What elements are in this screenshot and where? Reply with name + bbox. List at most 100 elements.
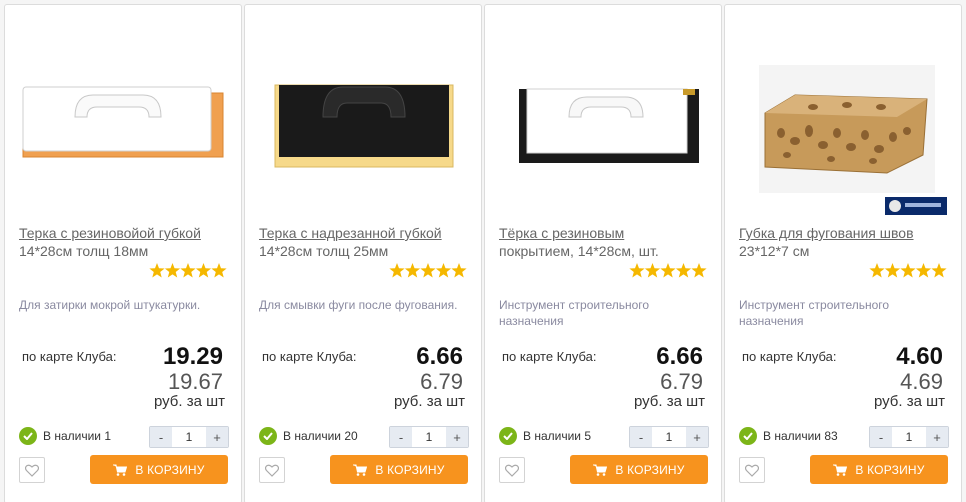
availability: В наличии 83	[739, 427, 838, 445]
club-price: 19.29	[162, 343, 223, 370]
cart-icon	[833, 464, 848, 476]
product-title-link[interactable]: Терка с надрезанной губкой	[259, 225, 442, 241]
add-to-cart-button[interactable]: В КОРЗИНУ	[570, 455, 708, 484]
star-icon	[629, 263, 645, 278]
product-image[interactable]	[497, 45, 709, 215]
product-image[interactable]	[737, 45, 949, 215]
heart-icon	[745, 464, 759, 477]
favorite-button[interactable]	[19, 457, 45, 483]
favorite-button[interactable]	[499, 457, 525, 483]
star-icon	[404, 263, 421, 278]
decrease-button[interactable]: -	[390, 427, 412, 447]
star-icon	[389, 263, 405, 278]
add-to-cart-label: В КОРЗИНУ	[375, 462, 445, 477]
club-price: 6.66	[656, 343, 703, 370]
club-price-label: по карте Клуба:	[502, 349, 597, 364]
add-to-cart-label: В КОРЗИНУ	[615, 462, 685, 477]
price-unit: руб. за шт	[393, 393, 465, 410]
club-price-label: по карте Клуба:	[742, 349, 837, 364]
cart-icon	[353, 464, 368, 476]
availability: В наличии 20	[259, 427, 358, 445]
add-to-cart-button[interactable]: В КОРЗИНУ	[330, 455, 468, 484]
heart-icon	[25, 464, 39, 477]
product-description: Инструмент строительного назначения	[499, 298, 650, 328]
heart-icon	[505, 464, 519, 477]
quantity-stepper: - +	[149, 426, 229, 448]
cart-icon	[113, 464, 128, 476]
decrease-button[interactable]: -	[150, 427, 172, 447]
decrease-button[interactable]: -	[870, 427, 892, 447]
regular-price: 4.69	[900, 369, 943, 394]
star-icon	[931, 263, 947, 278]
product-title-detail: 14*28см толщ 25мм	[259, 243, 389, 259]
regular-price: 6.79	[660, 369, 703, 394]
product-image[interactable]	[17, 45, 229, 215]
price-unit: руб. за шт	[873, 393, 945, 410]
star-icon	[869, 263, 885, 278]
availability-text: В наличии 83	[763, 429, 838, 443]
star-icon	[691, 263, 707, 278]
product-title: Терка с надрезанной губкой 14*28см толщ …	[259, 224, 473, 260]
star-icon	[915, 263, 932, 278]
club-price-label: по карте Клуба:	[262, 349, 357, 364]
quantity-stepper: - +	[389, 426, 469, 448]
product-title-detail: покрытием, 14*28см, шт.	[499, 243, 659, 259]
availability: В наличии 5	[499, 427, 591, 445]
product-image[interactable]	[257, 45, 469, 215]
add-to-cart-button[interactable]: В КОРЗИНУ	[810, 455, 948, 484]
add-to-cart-label: В КОРЗИНУ	[855, 462, 925, 477]
star-icon	[420, 263, 436, 278]
quantity-input[interactable]	[412, 427, 446, 447]
product-title-detail: 23*12*7 см	[739, 243, 810, 259]
star-icon	[451, 263, 467, 278]
quantity-input[interactable]	[892, 427, 926, 447]
product-title: Губка для фугования швов 23*12*7 см	[739, 224, 953, 260]
product-title-link[interactable]: Терка с резиновойой губкой	[19, 225, 201, 241]
availability-text: В наличии 20	[283, 429, 358, 443]
quantity-input[interactable]	[652, 427, 686, 447]
rating-stars	[389, 263, 467, 279]
check-icon	[499, 427, 517, 445]
increase-button[interactable]: +	[446, 427, 468, 447]
decrease-button[interactable]: -	[630, 427, 652, 447]
quantity-input[interactable]	[172, 427, 206, 447]
product-grid: Терка с резиновойой губкой 14*28см толщ …	[4, 4, 966, 502]
rating-stars	[149, 263, 227, 279]
availability: В наличии 1	[19, 427, 111, 445]
product-title-link[interactable]: Тёрка с резиновым	[499, 225, 624, 241]
club-price: 6.66	[416, 343, 463, 370]
star-icon	[164, 263, 181, 278]
product-card: Губка для фугования швов 23*12*7 см Инст…	[724, 4, 962, 502]
rating-stars	[629, 263, 707, 279]
product-title-link[interactable]: Губка для фугования швов	[739, 225, 914, 241]
star-icon	[900, 263, 916, 278]
star-icon	[660, 263, 676, 278]
star-icon	[211, 263, 227, 278]
price-unit: руб. за шт	[633, 393, 705, 410]
add-to-cart-label: В КОРЗИНУ	[135, 462, 205, 477]
increase-button[interactable]: +	[206, 427, 228, 447]
favorite-button[interactable]	[259, 457, 285, 483]
star-icon	[884, 263, 901, 278]
add-to-cart-button[interactable]: В КОРЗИНУ	[90, 455, 228, 484]
star-icon	[180, 263, 196, 278]
rating-stars	[869, 263, 947, 279]
check-icon	[259, 427, 277, 445]
availability-text: В наличии 1	[43, 429, 112, 443]
cart-icon	[593, 464, 608, 476]
product-description: Для затирки мокрой штукатурки.	[19, 298, 201, 312]
product-title: Терка с резиновойой губкой 14*28см толщ …	[19, 224, 233, 260]
heart-icon	[265, 464, 279, 477]
club-price-label: по карте Клуба:	[22, 349, 117, 364]
product-description: Инструмент строительного назначения	[739, 298, 890, 328]
club-price: 4.60	[896, 343, 943, 370]
regular-price: 19.67	[167, 369, 223, 394]
increase-button[interactable]: +	[686, 427, 708, 447]
product-card: Терка с резиновойой губкой 14*28см толщ …	[4, 4, 242, 502]
increase-button[interactable]: +	[926, 427, 948, 447]
favorite-button[interactable]	[739, 457, 765, 483]
product-title-detail: 14*28см толщ 18мм	[19, 243, 149, 259]
regular-price: 6.79	[420, 369, 463, 394]
check-icon	[739, 427, 757, 445]
star-icon	[435, 263, 452, 278]
